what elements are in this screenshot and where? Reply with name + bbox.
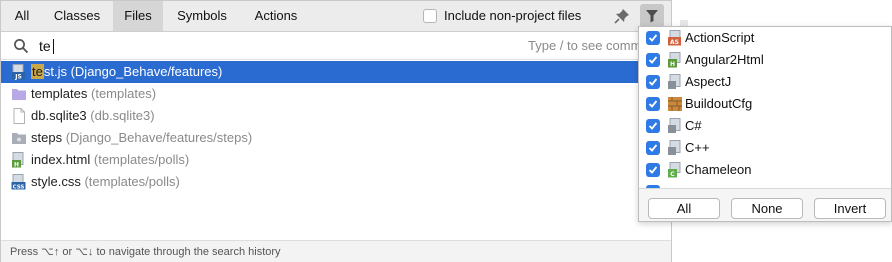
result-path: (Django_Behave/features) <box>70 64 223 79</box>
svg-text:H: H <box>14 161 19 168</box>
search-row: te Type / to see comma <box>1 32 671 60</box>
checkbox[interactable] <box>646 31 660 45</box>
folder-icon <box>12 89 26 100</box>
result-name: style.css <box>31 174 81 189</box>
result-name: steps <box>31 130 63 145</box>
text-caret <box>53 39 54 54</box>
actionscript-icon: AS <box>668 30 681 46</box>
result-row-test-js[interactable]: JS test.js (Django_Behave/features) <box>1 61 671 83</box>
result-name: test.js (Django_Behave/features) <box>31 64 223 79</box>
js-file-icon: JS <box>12 64 25 80</box>
filter-item-cpp[interactable]: C++ <box>639 137 891 159</box>
checkbox[interactable] <box>646 141 660 155</box>
result-row-db-sqlite3[interactable]: db.sqlite3 (db.sqlite3) <box>1 105 671 127</box>
select-none-button[interactable]: None <box>731 198 803 219</box>
result-path: (db.sqlite3) <box>90 108 155 123</box>
filter-item-aspectj[interactable]: AspectJ <box>639 71 891 93</box>
result-path: (templates) <box>91 86 157 101</box>
checkbox[interactable] <box>646 75 660 89</box>
result-path: (templates/polls) <box>93 152 190 167</box>
filter-item-partial <box>639 181 891 188</box>
svg-text:C: C <box>670 171 675 178</box>
file-type-filter-popup: AS ActionScript H Angular2Html AspectJ B… <box>638 26 892 222</box>
search-everywhere-popup: All Classes Files Symbols Actions Includ… <box>0 0 672 262</box>
filter-item-actionscript[interactable]: AS ActionScript <box>639 27 891 49</box>
aspectj-icon <box>668 74 681 89</box>
html-file-icon: H <box>12 152 24 168</box>
include-non-project-label[interactable]: Include non-project files <box>444 1 581 31</box>
tab-classes[interactable]: Classes <box>41 1 113 31</box>
svg-text:CSS: CSS <box>13 184 25 190</box>
checkbox <box>646 185 660 188</box>
status-bar: Press ⌥↑ or ⌥↓ to navigate through the s… <box>1 240 671 262</box>
search-icon <box>14 39 29 54</box>
result-path: (templates/polls) <box>84 174 180 189</box>
result-path: (Django_Behave/features/steps) <box>65 130 253 145</box>
tab-actions[interactable]: Actions <box>241 1 311 31</box>
filter-item-angular2html[interactable]: H Angular2Html <box>639 49 891 71</box>
angular-html-icon: H <box>668 52 681 68</box>
filter-item-buildoutcfg[interactable]: BuildoutCfg <box>639 93 891 115</box>
checkbox[interactable] <box>646 163 660 177</box>
checkbox[interactable] <box>646 53 660 67</box>
svg-text:JS: JS <box>14 73 22 80</box>
filter-item-csharp[interactable]: C# <box>639 115 891 137</box>
checkbox[interactable] <box>646 97 660 111</box>
search-input[interactable]: te <box>39 36 51 56</box>
checkbox[interactable] <box>646 119 660 133</box>
result-name: db.sqlite3 <box>31 108 87 123</box>
svg-text:H: H <box>670 61 675 68</box>
svg-text:AS: AS <box>670 39 679 46</box>
result-name: index.html <box>31 152 91 167</box>
buildout-cfg-icon <box>668 97 682 111</box>
css-file-icon: CSS <box>11 174 26 190</box>
select-all-button[interactable]: All <box>648 198 720 219</box>
csharp-icon <box>668 118 681 133</box>
include-non-project-checkbox[interactable] <box>423 9 437 23</box>
filter-button[interactable] <box>640 4 664 28</box>
result-row-templates[interactable]: templates (templates) <box>1 83 671 105</box>
chameleon-icon: C <box>668 162 681 178</box>
pin-icon[interactable] <box>613 7 631 25</box>
invert-selection-button[interactable]: Invert <box>814 198 886 219</box>
text-file-icon <box>13 108 25 124</box>
results-list: JS test.js (Django_Behave/features) temp… <box>1 61 671 193</box>
filter-item-chameleon[interactable]: C Chameleon <box>639 159 891 181</box>
result-row-style-css[interactable]: CSS style.css (templates/polls) <box>1 171 671 193</box>
result-row-index-html[interactable]: H index.html (templates/polls) <box>1 149 671 171</box>
file-type-list: AS ActionScript H Angular2Html AspectJ B… <box>639 27 891 189</box>
package-folder-icon <box>12 133 26 144</box>
filter-icon <box>646 10 658 23</box>
tab-bar: All Classes Files Symbols Actions Includ… <box>1 1 671 32</box>
result-name: templates <box>31 86 88 101</box>
tab-all[interactable]: All <box>5 1 39 31</box>
result-row-steps[interactable]: steps (Django_Behave/features/steps) <box>1 127 671 149</box>
cpp-icon <box>668 140 681 155</box>
tab-symbols[interactable]: Symbols <box>163 1 241 31</box>
tab-files[interactable]: Files <box>113 1 163 31</box>
